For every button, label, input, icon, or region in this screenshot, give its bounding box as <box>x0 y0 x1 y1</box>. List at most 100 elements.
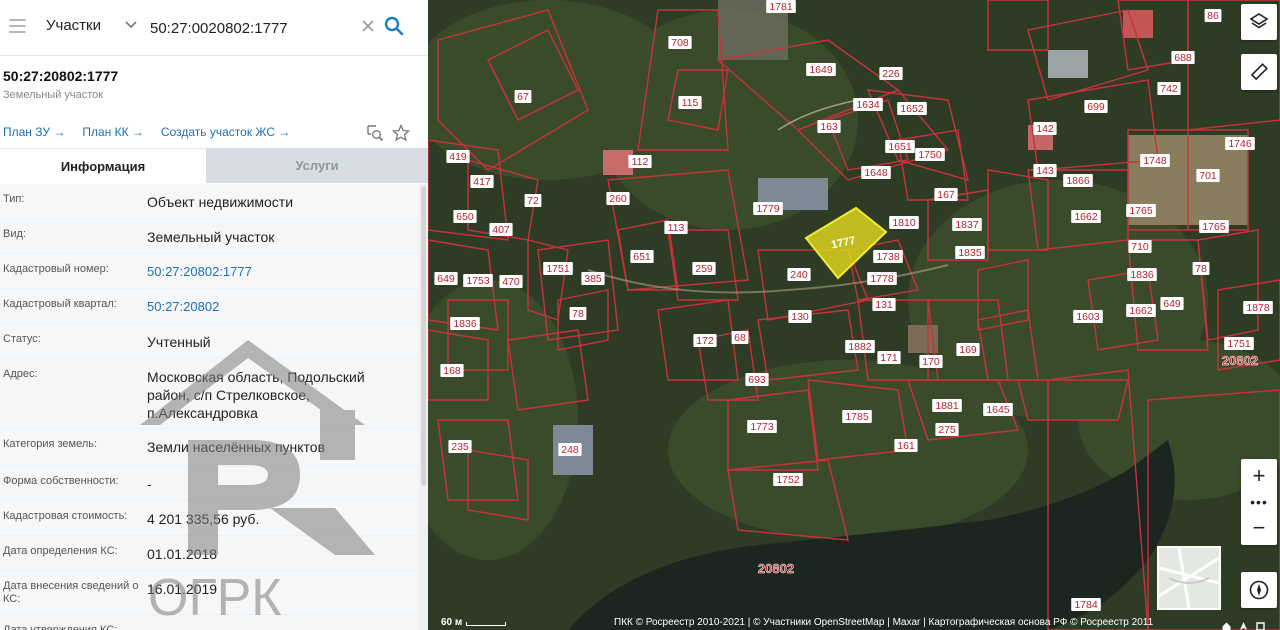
cadastral-quarter-link[interactable]: 50:27:20802 <box>146 289 419 323</box>
svg-text:259: 259 <box>695 263 713 275</box>
svg-text:167: 167 <box>937 189 955 201</box>
parcel-label: 163 <box>817 120 841 133</box>
svg-text:1836: 1836 <box>453 318 477 330</box>
svg-text:649: 649 <box>1163 298 1181 310</box>
parcel-label: 131 <box>872 298 896 311</box>
search-icon[interactable] <box>384 16 404 36</box>
svg-text:169: 169 <box>959 344 977 356</box>
parcel-label: 67 <box>514 90 532 103</box>
tab-information[interactable]: Информация <box>0 148 206 183</box>
svg-text:1746: 1746 <box>1228 138 1252 150</box>
parcel-label: 1765 <box>1199 220 1229 233</box>
parcel-label: 651 <box>630 250 654 263</box>
parcel-label: 1662 <box>1071 210 1101 223</box>
zoom-out-button[interactable]: − <box>1241 511 1277 545</box>
basemap-switcher[interactable] <box>1157 546 1221 610</box>
create-parcel-link[interactable]: Создать участок ЖС → <box>161 125 290 139</box>
svg-text:1878: 1878 <box>1246 302 1270 314</box>
row-value <box>146 615 419 630</box>
close-icon[interactable] <box>361 19 375 33</box>
panel-scrollbar[interactable] <box>419 184 428 630</box>
cadastral-number-link[interactable]: 50:27:20802:1777 <box>146 254 419 288</box>
search-input[interactable] <box>150 14 355 42</box>
row-value: Земли населённых пунктов <box>147 439 326 455</box>
svg-text:1781: 1781 <box>769 1 793 13</box>
info-row-kind: Вид: Земельный участок <box>0 219 419 254</box>
layers-icon <box>1249 13 1269 29</box>
svg-text:1648: 1648 <box>864 167 888 179</box>
parcel-label: 1835 <box>955 246 985 259</box>
parcel-label: 1785 <box>842 410 872 423</box>
parcel-label: 1634 <box>853 98 883 111</box>
svg-text:699: 699 <box>1087 101 1105 113</box>
zoom-to-object-icon[interactable] <box>366 124 384 142</box>
svg-text:1649: 1649 <box>809 64 833 76</box>
parcel-label: 142 <box>1033 122 1057 135</box>
parcel-label: 693 <box>745 373 769 386</box>
layer-select[interactable]: Участки <box>46 17 101 34</box>
parcel-label: 1752 <box>773 473 803 486</box>
svg-text:86: 86 <box>1207 10 1219 22</box>
parcel-label: 171 <box>877 351 901 364</box>
star-icon[interactable] <box>392 124 410 142</box>
tool-icon[interactable] <box>1256 618 1265 630</box>
row-label: Форма собственности: <box>3 475 119 487</box>
menu-icon[interactable] <box>9 19 26 33</box>
parcel-label: 235 <box>448 440 472 453</box>
svg-text:235: 235 <box>451 441 469 453</box>
svg-text:172: 172 <box>696 335 714 347</box>
parcel-label: 86 <box>1204 9 1222 22</box>
parcel-label: 1648 <box>861 166 891 179</box>
row-value: Земельный участок <box>147 229 275 245</box>
measure-button[interactable] <box>1241 54 1277 90</box>
svg-text:1810: 1810 <box>892 217 916 229</box>
svg-text:1645: 1645 <box>986 404 1010 416</box>
parcel-label: 1652 <box>897 102 927 115</box>
svg-text:708: 708 <box>671 37 689 49</box>
parcel-label: 161 <box>894 439 918 452</box>
svg-text:1882: 1882 <box>848 341 872 353</box>
plan-zu-link[interactable]: План ЗУ → <box>3 125 65 139</box>
home-icon[interactable] <box>1222 618 1231 630</box>
svg-text:260: 260 <box>609 193 627 205</box>
zoom-in-button[interactable]: + <box>1241 459 1277 493</box>
parcel-label: 168 <box>440 364 464 377</box>
svg-text:78: 78 <box>572 308 584 320</box>
row-label: Дата внесения сведений о КС: <box>3 580 139 605</box>
parcel-label: 688 <box>1171 51 1195 64</box>
svg-text:143: 143 <box>1036 165 1054 177</box>
parcel-label: 275 <box>935 423 959 436</box>
parcel-label: 1866 <box>1063 174 1093 187</box>
svg-text:1751: 1751 <box>546 263 570 275</box>
svg-text:67: 67 <box>517 91 529 103</box>
parcel-label: 1603 <box>1073 310 1103 323</box>
scrollbar-thumb[interactable] <box>421 186 426 486</box>
svg-text:1779: 1779 <box>756 203 780 215</box>
info-row-type: Тип: Объект недвижимости <box>0 184 419 219</box>
row-value: Объект недвижимости <box>147 194 294 210</box>
svg-text:168: 168 <box>443 365 461 377</box>
parcel-label: 470 <box>499 275 523 288</box>
row-value: - <box>147 476 152 492</box>
row-label: Статус: <box>3 333 41 345</box>
more-button[interactable]: ••• <box>1241 493 1277 511</box>
svg-text:1784: 1784 <box>1074 599 1098 611</box>
chevron-down-icon[interactable] <box>124 18 138 32</box>
svg-text:163: 163 <box>820 121 838 133</box>
map-canvas[interactable]: 1777 20802 20802 1781867081649 22667 11568… <box>428 0 1280 630</box>
compass-button[interactable] <box>1241 572 1277 608</box>
info-panel: Участки 50:27:20802:1777 Земельный участ… <box>0 0 428 630</box>
layers-button[interactable] <box>1241 4 1277 40</box>
parcel-label: 1748 <box>1140 154 1170 167</box>
svg-text:1651: 1651 <box>888 141 912 153</box>
svg-text:161: 161 <box>897 440 915 452</box>
svg-text:248: 248 <box>561 444 579 456</box>
parcel-label: 240 <box>787 268 811 281</box>
info-row-status: Статус: Учтенный <box>0 324 419 359</box>
tab-services[interactable]: Услуги <box>206 148 428 183</box>
parcel-label: 1836 <box>1127 268 1157 281</box>
arrow-icon[interactable] <box>1239 618 1248 630</box>
map-view[interactable]: 1777 20802 20802 1781 86 708 1649 226 67 115 68… <box>428 0 1280 630</box>
plan-kk-link[interactable]: План КК → <box>82 125 144 139</box>
parcel-label: 172 <box>693 334 717 347</box>
